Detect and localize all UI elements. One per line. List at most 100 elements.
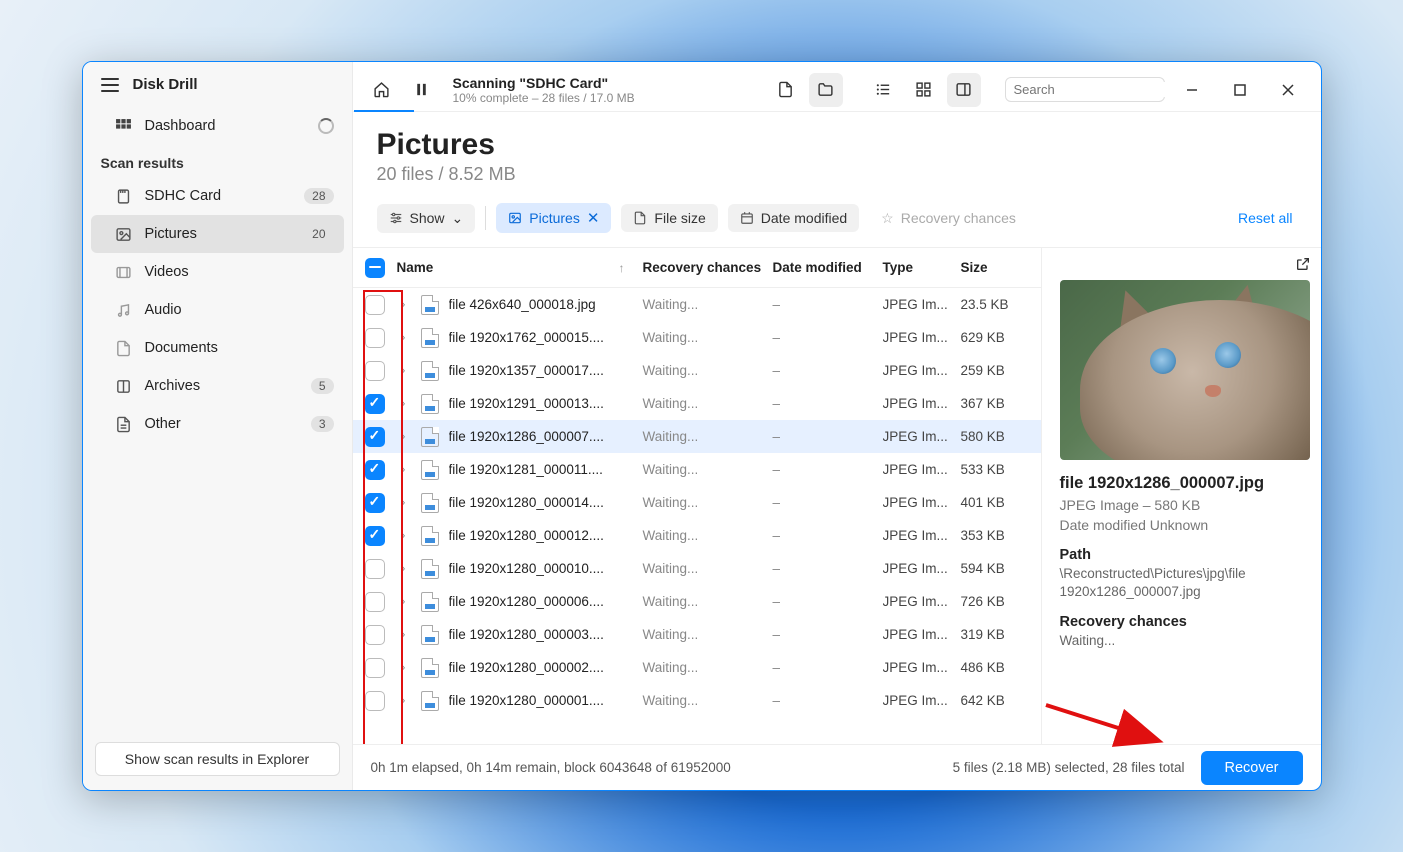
file-recovery: Waiting... xyxy=(643,495,773,510)
row-checkbox[interactable] xyxy=(365,691,385,711)
row-checkbox[interactable] xyxy=(365,460,385,480)
table-row[interactable]: › file 426x640_000018.jpg Waiting... – J… xyxy=(353,288,1041,321)
sidebar-item-sdhc-card[interactable]: SDHC Card 28 xyxy=(83,177,352,215)
sidebar-item-pictures[interactable]: Pictures 20 xyxy=(91,215,344,253)
table-row[interactable]: › file 1920x1280_000010.... Waiting... –… xyxy=(353,552,1041,585)
chevron-right-icon[interactable]: › xyxy=(397,497,411,509)
select-all-checkbox[interactable] xyxy=(365,258,385,278)
chevron-right-icon[interactable]: › xyxy=(397,629,411,641)
file-size: 259 KB xyxy=(961,363,1041,378)
file-size: 594 KB xyxy=(961,561,1041,576)
maximize-button[interactable] xyxy=(1219,75,1261,105)
sidebar-item-audio[interactable]: Audio xyxy=(83,291,352,329)
hamburger-icon[interactable] xyxy=(101,78,119,92)
table-row[interactable]: › file 1920x1280_000012.... Waiting... –… xyxy=(353,519,1041,552)
file-recovery: Waiting... xyxy=(643,561,773,576)
search-input[interactable] xyxy=(1005,77,1165,102)
sidebar-item-other[interactable]: Other 3 xyxy=(83,405,352,443)
audio-icon xyxy=(115,301,133,319)
file-type: JPEG Im... xyxy=(883,594,961,609)
reset-all-link[interactable]: Reset all xyxy=(1238,210,1296,226)
close-button[interactable] xyxy=(1267,75,1309,105)
remove-filter-icon[interactable]: ✕ xyxy=(587,209,600,227)
row-checkbox[interactable] xyxy=(365,493,385,513)
chevron-right-icon[interactable]: › xyxy=(397,398,411,410)
sidebar-item-badge: 28 xyxy=(304,188,333,204)
filter-pictures-chip[interactable]: Pictures ✕ xyxy=(496,203,611,233)
minimize-button[interactable] xyxy=(1171,75,1213,105)
row-checkbox[interactable] xyxy=(365,559,385,579)
chevron-right-icon[interactable]: › xyxy=(397,365,411,377)
file-date: – xyxy=(773,330,883,345)
show-dropdown[interactable]: Show ⌄ xyxy=(377,204,476,233)
file-recovery: Waiting... xyxy=(643,429,773,444)
filter-filesize-chip[interactable]: File size xyxy=(621,204,717,232)
chevron-right-icon[interactable]: › xyxy=(397,431,411,443)
file-type: JPEG Im... xyxy=(883,429,961,444)
table-row[interactable]: › file 1920x1280_000001.... Waiting... –… xyxy=(353,684,1041,717)
table-row[interactable]: › file 1920x1280_000014.... Waiting... –… xyxy=(353,486,1041,519)
table-row[interactable]: › file 1920x1762_000015.... Waiting... –… xyxy=(353,321,1041,354)
sidebar-item-label: Pictures xyxy=(145,226,197,242)
sort-arrow-icon[interactable]: ↑ xyxy=(619,261,635,275)
row-checkbox[interactable] xyxy=(365,625,385,645)
file-type: JPEG Im... xyxy=(883,528,961,543)
row-checkbox[interactable] xyxy=(365,361,385,381)
sidebar-item-badge: 20 xyxy=(304,226,333,242)
row-checkbox[interactable] xyxy=(365,592,385,612)
sidebar-item-videos[interactable]: Videos xyxy=(83,253,352,291)
row-checkbox[interactable] xyxy=(365,328,385,348)
file-view-button[interactable] xyxy=(769,73,803,107)
filter-date-chip[interactable]: Date modified xyxy=(728,204,859,232)
file-name: file 1920x1280_000012.... xyxy=(449,528,604,543)
filter-recovery-chip[interactable]: ☆ Recovery chances xyxy=(869,204,1028,233)
file-type-icon xyxy=(421,328,439,348)
table-row[interactable]: › file 1920x1280_000003.... Waiting... –… xyxy=(353,618,1041,651)
row-checkbox[interactable] xyxy=(365,658,385,678)
details-path-value: \Reconstructed\Pictures\jpg\file 1920x12… xyxy=(1060,565,1309,600)
chevron-right-icon[interactable]: › xyxy=(397,662,411,674)
table-row[interactable]: › file 1920x1280_000006.... Waiting... –… xyxy=(353,585,1041,618)
sidebar: Disk Drill Dashboard Scan results SDHC C… xyxy=(83,62,353,790)
chevron-right-icon[interactable]: › xyxy=(397,464,411,476)
pause-button[interactable] xyxy=(405,73,439,107)
table-row[interactable]: › file 1920x1281_000011.... Waiting... –… xyxy=(353,453,1041,486)
table-row[interactable]: › file 1920x1291_000013.... Waiting... –… xyxy=(353,387,1041,420)
search-field[interactable] xyxy=(1014,82,1190,97)
details-recovery-label: Recovery chances xyxy=(1060,614,1309,630)
table-row[interactable]: › file 1920x1357_000017.... Waiting... –… xyxy=(353,354,1041,387)
chevron-right-icon[interactable]: › xyxy=(397,332,411,344)
open-external-icon[interactable] xyxy=(1295,256,1311,277)
recover-button[interactable]: Recover xyxy=(1201,751,1303,785)
table-row[interactable]: › file 1920x1286_000007.... Waiting... –… xyxy=(353,420,1041,453)
row-checkbox[interactable] xyxy=(365,427,385,447)
split-view-button[interactable] xyxy=(947,73,981,107)
footer-selected: 5 files (2.18 MB) selected, 28 files tot… xyxy=(953,760,1185,775)
chevron-right-icon[interactable]: › xyxy=(397,299,411,311)
file-recovery: Waiting... xyxy=(643,330,773,345)
chevron-right-icon[interactable]: › xyxy=(397,596,411,608)
folder-view-button[interactable] xyxy=(809,73,843,107)
file-type-icon xyxy=(421,460,439,480)
sidebar-item-badge: 3 xyxy=(311,416,334,432)
row-checkbox[interactable] xyxy=(365,295,385,315)
home-button[interactable] xyxy=(365,73,399,107)
footer: 0h 1m elapsed, 0h 14m remain, block 6043… xyxy=(353,744,1321,790)
chevron-right-icon[interactable]: › xyxy=(397,695,411,707)
sidebar-item-archives[interactable]: Archives 5 xyxy=(83,367,352,405)
file-type-icon xyxy=(421,592,439,612)
row-checkbox[interactable] xyxy=(365,394,385,414)
list-view-button[interactable] xyxy=(867,73,901,107)
file-type: JPEG Im... xyxy=(883,363,961,378)
sidebar-item-documents[interactable]: Documents xyxy=(83,329,352,367)
file-size: 367 KB xyxy=(961,396,1041,411)
show-in-explorer-button[interactable]: Show scan results in Explorer xyxy=(95,742,340,776)
table-row[interactable]: › file 1920x1280_000002.... Waiting... –… xyxy=(353,651,1041,684)
sidebar-item-label: Documents xyxy=(145,340,218,356)
chevron-right-icon[interactable]: › xyxy=(397,563,411,575)
row-checkbox[interactable] xyxy=(365,526,385,546)
chevron-right-icon[interactable]: › xyxy=(397,530,411,542)
file-date: – xyxy=(773,594,883,609)
sidebar-dashboard[interactable]: Dashboard xyxy=(83,107,352,145)
grid-view-button[interactable] xyxy=(907,73,941,107)
